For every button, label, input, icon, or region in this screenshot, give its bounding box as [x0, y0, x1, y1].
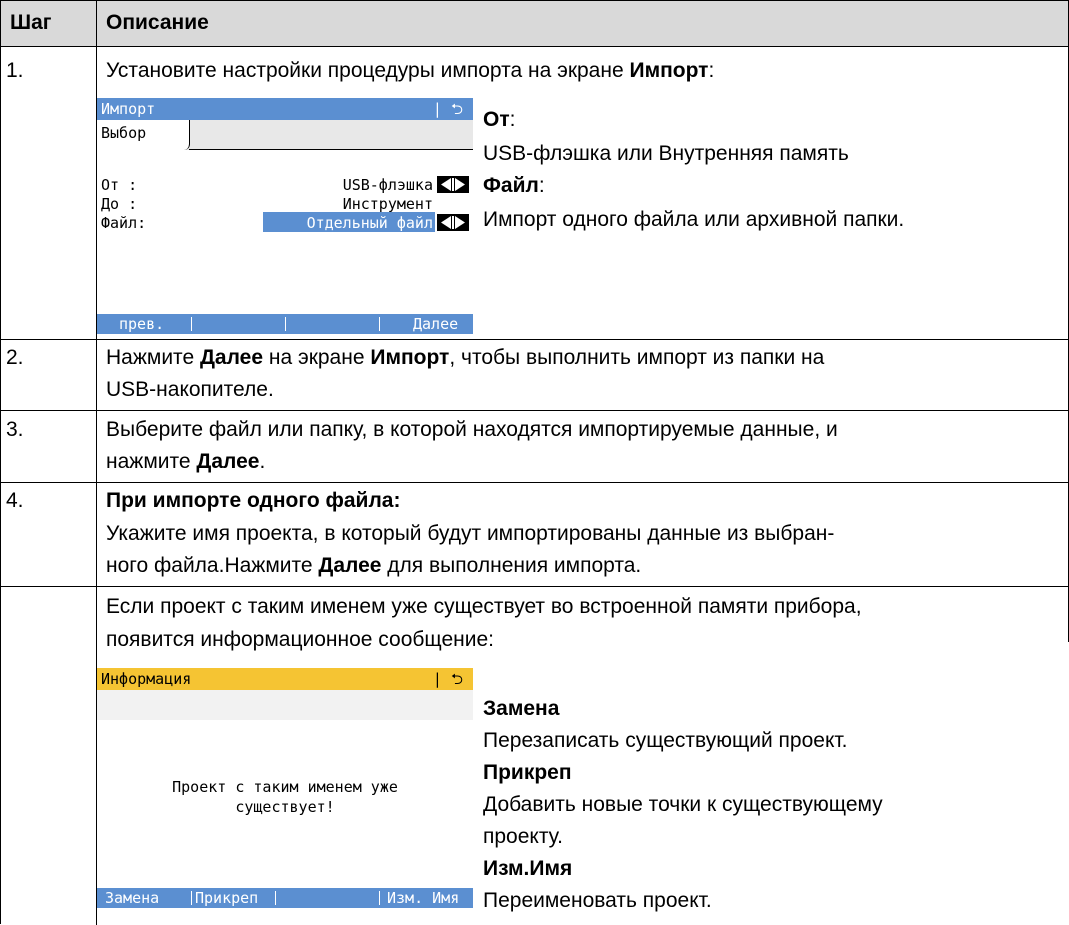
message-line-2: существует! — [235, 798, 335, 816]
step-3-line2: нажмите Далее. — [106, 450, 266, 473]
softkey-separator — [275, 891, 276, 905]
screen-title: Импорт — [101, 100, 156, 118]
softkey-append[interactable]: Прикреп — [195, 888, 258, 908]
note-text-from: USB-флэшка или Внутренняя память — [483, 142, 849, 165]
step-1-intro: Установите настройки процедуры импорта н… — [106, 59, 715, 82]
step-number: 4. — [6, 489, 24, 512]
note-text-rename: Переименовать проект. — [483, 889, 712, 912]
softkey-replace[interactable]: Замена — [105, 888, 159, 908]
tab-select[interactable]: Выбор — [97, 120, 190, 150]
note-term-from: От: — [483, 108, 516, 131]
row-divider — [0, 586, 1069, 587]
screen-title: Информация — [101, 670, 192, 688]
step-number: 1. — [6, 59, 24, 82]
step-4-line2: ного файла.Нажмите Далее для выполнения … — [106, 554, 642, 577]
field-value-from[interactable]: USB-флэшка — [343, 176, 433, 194]
tab-select-label: Выбор — [101, 124, 147, 142]
left-right-arrows-icon[interactable] — [437, 176, 469, 193]
softkey-separator — [285, 317, 286, 331]
step-2-line1: Нажмите Далее на экране Импорт, чтобы вы… — [106, 346, 825, 369]
softkey-next[interactable]: Далее — [413, 314, 458, 334]
field-value-to: Инструмент — [342, 195, 433, 213]
table-top-border — [0, 0, 1069, 1]
step-number: 2. — [6, 346, 24, 369]
row-divider — [0, 410, 1069, 411]
note-term-replace: Замена — [483, 697, 560, 720]
softkey-bar: Замена Прикреп Изм. Имя — [97, 888, 473, 908]
row-divider — [0, 46, 1069, 47]
softkey-separator — [379, 891, 380, 905]
step-3-line1: Выберите файл или папку, в которой наход… — [106, 418, 838, 441]
row-divider — [0, 482, 1069, 483]
header-description: Описание — [106, 11, 209, 34]
softkey-separator — [191, 317, 192, 331]
row-divider — [0, 339, 1069, 340]
information-screen: Информация | ⮌ Проект с таким именем уже… — [97, 668, 473, 908]
step-4-heading: При импорте одного файла: — [106, 489, 401, 512]
field-label-to: До : — [101, 195, 138, 213]
message-line-1: Проект с таким именем уже — [172, 778, 398, 796]
back-icon[interactable]: | ⮌ — [433, 98, 463, 120]
field-value-file[interactable]: Отдельный файл — [307, 214, 433, 232]
message-header-strip — [97, 690, 473, 720]
note-term-rename: Изм.Имя — [483, 857, 573, 880]
step-number: 3. — [6, 418, 24, 441]
step-4-line1: Укажите имя проекта, в который будут имп… — [106, 522, 835, 545]
step-5-line2: появится информационное сообщение: — [106, 628, 494, 651]
softkey-prev[interactable]: прев. — [119, 314, 164, 334]
softkey-separator — [379, 317, 380, 331]
note-text-append-1: Добавить новые точки к существующему — [483, 793, 883, 816]
note-text-append-2: проекту. — [483, 825, 563, 848]
information-title-bar: Информация | ⮌ — [97, 668, 473, 690]
softkey-separator — [191, 891, 192, 905]
step-5-line1: Если проект с таким именем уже существуе… — [106, 595, 862, 618]
note-text-replace: Перезаписать существующий проект. — [483, 729, 848, 752]
softkey-rename[interactable]: Изм. Имя — [387, 888, 459, 908]
step-2-line2: USB-накопителе. — [106, 378, 274, 401]
import-title-bar: Импорт | ⮌ — [97, 98, 473, 120]
field-label-from: От : — [101, 176, 138, 194]
note-term-file: Файл: — [483, 174, 545, 197]
softkey-bar: прев. Далее — [97, 314, 473, 334]
header-step: Шаг — [10, 11, 52, 34]
back-icon[interactable]: | ⮌ — [433, 668, 463, 690]
field-label-file: Файл: — [101, 214, 147, 232]
document: Шаг Описание 1. Установите настройки про… — [0, 0, 1069, 925]
import-screen: Импорт | ⮌ Выбор От : USB-флэшка До : Ин… — [97, 98, 473, 334]
table-border-left — [0, 0, 1, 924]
note-term-append: Прикреп — [483, 761, 572, 784]
note-text-file: Импорт одного файла или архивной папки. — [483, 208, 905, 231]
left-right-arrows-icon[interactable] — [437, 214, 469, 231]
